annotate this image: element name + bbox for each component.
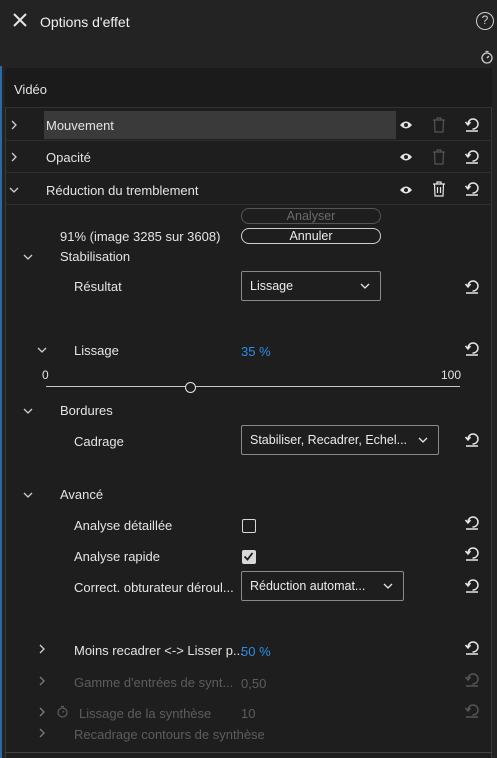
- chevron-down-icon[interactable]: [22, 405, 34, 417]
- video-label: Vidéo: [14, 82, 48, 97]
- analysis-progress-text: 91% (image 3285 sur 3608): [60, 229, 221, 244]
- chevron-down-icon[interactable]: [8, 184, 20, 196]
- reset-icon[interactable]: [465, 546, 480, 561]
- effect-label-reduction: Réduction du tremblement: [46, 183, 199, 198]
- reset-icon[interactable]: [465, 515, 480, 530]
- reset-icon[interactable]: [465, 640, 480, 655]
- reset-icon[interactable]: [465, 432, 480, 447]
- reset-icon[interactable]: [465, 279, 480, 294]
- obturateur-value: Réduction automat...: [250, 579, 366, 593]
- gamme-value: 0,50: [241, 676, 267, 691]
- lissage-label: Lissage: [74, 343, 119, 358]
- recadrage-label: Recadrage contours de synthèse: [74, 727, 265, 742]
- lissage-slider-track[interactable]: [46, 386, 460, 387]
- chevron-down-icon: [360, 283, 370, 289]
- analyse-rapide-checkbox[interactable]: [242, 550, 256, 564]
- reset-icon[interactable]: [465, 341, 480, 356]
- trash-icon[interactable]: [432, 181, 446, 197]
- annuler-button[interactable]: Annuler: [241, 228, 381, 244]
- checkmark-icon: [243, 552, 254, 561]
- slider-min-label: 0: [42, 368, 49, 382]
- gamme-label: Gamme d'entrées de synt...: [74, 675, 234, 690]
- lissage-value[interactable]: 35 %: [241, 344, 271, 359]
- chevron-right-icon[interactable]: [36, 706, 48, 718]
- reset-icon: [465, 704, 479, 718]
- resultat-label: Résultat: [74, 279, 122, 294]
- eye-icon[interactable]: [399, 184, 413, 196]
- moins-recadrer-value[interactable]: 50 %: [241, 644, 271, 659]
- stopwatch-icon[interactable]: [480, 50, 494, 64]
- effect-label-opacite: Opacité: [46, 150, 91, 165]
- lissage-synthese-value: 10: [241, 706, 256, 721]
- video-section-bar: [5, 68, 492, 108]
- chevron-right-icon[interactable]: [36, 643, 48, 655]
- eye-icon[interactable]: [399, 119, 413, 131]
- trash-icon[interactable]: [432, 117, 446, 133]
- reset-icon: [465, 673, 479, 687]
- reset-icon[interactable]: [465, 578, 480, 593]
- resultat-value: Lissage: [250, 279, 294, 293]
- obturateur-dropdown[interactable]: Réduction automat...: [241, 571, 404, 601]
- chevron-right-icon[interactable]: [36, 727, 48, 739]
- analyser-button[interactable]: Analyser: [241, 208, 381, 224]
- cadrage-label: Cadrage: [74, 434, 124, 449]
- slider-max-label: 100: [441, 368, 462, 382]
- reset-icon[interactable]: [465, 181, 480, 196]
- chevron-down-icon: [418, 436, 428, 444]
- cadrage-value: Stabiliser, Recadrer, Echel...: [250, 433, 408, 447]
- effect-label-mouvement: Mouvement: [46, 118, 114, 133]
- chevron-down-icon[interactable]: [36, 344, 48, 356]
- trash-icon[interactable]: [432, 149, 446, 165]
- help-icon[interactable]: ?: [476, 12, 494, 30]
- reset-icon[interactable]: [465, 117, 480, 132]
- stopwatch-icon: [57, 705, 68, 718]
- analyse-rapide-label: Analyse rapide: [74, 549, 160, 564]
- resultat-dropdown[interactable]: Lissage: [241, 271, 381, 301]
- obturateur-label: Correct. obturateur déroul...: [74, 580, 234, 595]
- bordures-label: Bordures: [60, 403, 113, 418]
- chevron-right-icon[interactable]: [36, 675, 48, 687]
- chevron-right-icon[interactable]: [8, 151, 20, 163]
- reset-icon[interactable]: [465, 149, 480, 164]
- cadrage-dropdown[interactable]: Stabiliser, Recadrer, Echel...: [241, 425, 439, 455]
- avance-label: Avancé: [60, 487, 104, 502]
- window-edge: [0, 0, 2, 758]
- analyse-detaillee-checkbox[interactable]: [242, 519, 256, 533]
- divider: [5, 752, 492, 753]
- stabilisation-label: Stabilisation: [60, 249, 131, 264]
- panel-header: [0, 0, 497, 66]
- analyse-detaillee-label: Analyse détaillée: [74, 518, 173, 533]
- close-icon[interactable]: [12, 12, 28, 28]
- chevron-down-icon: [383, 582, 393, 590]
- lissage-synthese-label: Lissage de la synthèse: [79, 706, 212, 721]
- chevron-right-icon[interactable]: [8, 119, 20, 131]
- page-title: Options d'effet: [40, 14, 130, 30]
- chevron-down-icon[interactable]: [22, 251, 34, 263]
- eye-icon[interactable]: [399, 151, 413, 163]
- chevron-down-icon[interactable]: [22, 489, 34, 501]
- moins-recadrer-label: Moins recadrer <-> Lisser p...: [74, 643, 244, 658]
